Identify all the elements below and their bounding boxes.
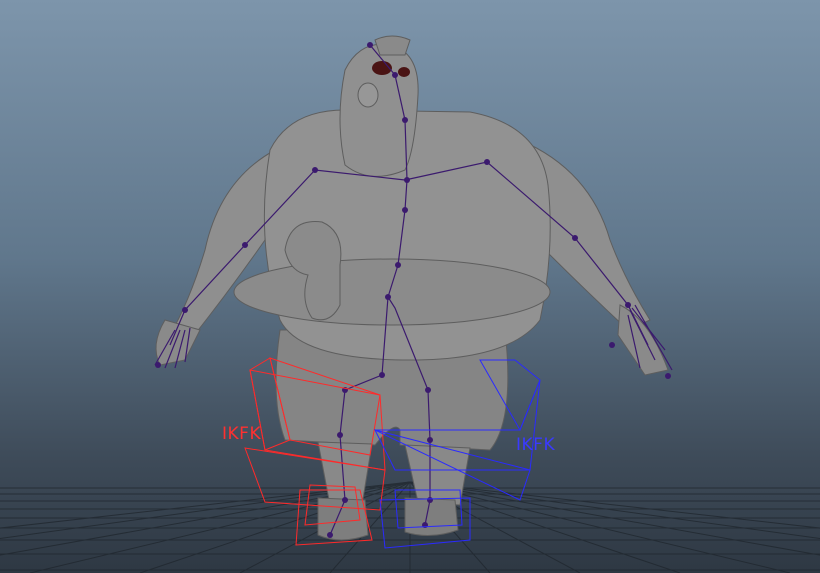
ikfk-switch-left-label[interactable]: IKFK (222, 424, 261, 444)
scene-canvas[interactable] (0, 0, 820, 573)
hair-patch-2 (398, 67, 410, 77)
swim-ring[interactable] (233, 258, 551, 326)
nose (357, 82, 379, 108)
character-mesh[interactable] (155, 35, 669, 541)
hat[interactable] (374, 35, 411, 56)
right-foot[interactable] (404, 497, 459, 536)
maya-viewport[interactable]: IKFK IKFK (0, 0, 820, 573)
ikfk-switch-right-label[interactable]: IKFK (516, 435, 555, 455)
